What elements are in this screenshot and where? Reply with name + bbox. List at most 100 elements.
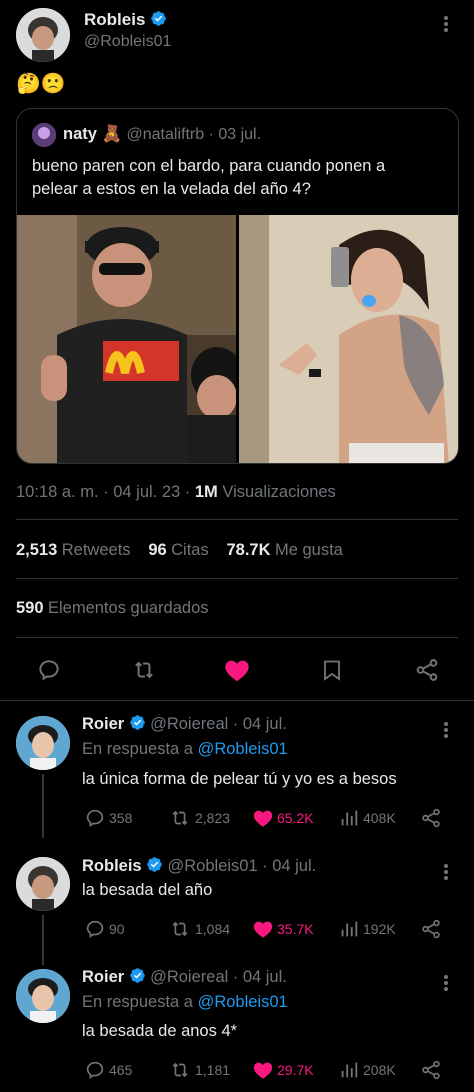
retweets-count: 2,513: [16, 541, 58, 559]
reply-avatar[interactable]: [16, 969, 70, 1023]
like-count: 65.2K: [277, 810, 314, 826]
reply-action[interactable]: 465: [84, 1059, 132, 1081]
verified-icon: [146, 856, 163, 873]
likes-stat[interactable]: 78.7K Me gusta: [227, 541, 343, 559]
reply-author-handle[interactable]: @Robleis01: [168, 857, 258, 875]
more-options-icon[interactable]: [443, 862, 449, 882]
reply-author-name[interactable]: Robleis: [82, 857, 142, 875]
tweet-timestamp[interactable]: 10:18 a. m. · 04 jul. 23 ·: [16, 483, 190, 501]
share-button[interactable]: [414, 657, 440, 683]
reply-icon: [86, 920, 104, 938]
author-handle[interactable]: @Robleis01: [84, 33, 171, 51]
reply-count: 465: [109, 1062, 133, 1078]
share-action[interactable]: [420, 918, 442, 945]
heart-filled-icon: [253, 921, 273, 938]
share-icon: [422, 1060, 440, 1080]
quoted-tweet[interactable]: naty 🧸 @nataliftrb · 03 jul. bueno paren…: [16, 108, 459, 464]
reply-count: 90: [109, 921, 125, 937]
retweet-icon: [172, 921, 188, 937]
reply-header: Roier @Roiereal · 04 jul.: [82, 967, 287, 987]
more-options-icon[interactable]: [443, 973, 449, 993]
thread-line: [42, 915, 44, 965]
divider: [16, 519, 458, 520]
retweet-action[interactable]: 1,181: [168, 1059, 230, 1081]
more-options-icon[interactable]: [443, 14, 449, 34]
verified-icon: [129, 967, 146, 984]
verified-icon: [150, 10, 167, 27]
views-action[interactable]: 208K: [338, 1059, 396, 1081]
quotes-stat[interactable]: 96 Citas: [148, 541, 209, 559]
reply-header: Roier @Roiereal · 04 jul.: [82, 714, 287, 734]
reply-text: la besada de anos 4*: [82, 1022, 238, 1040]
verified-icon: [129, 714, 146, 731]
reply-author-name[interactable]: Roier: [82, 968, 124, 986]
share-action[interactable]: [420, 1059, 442, 1086]
share-icon: [422, 919, 440, 939]
views-count: 1M: [194, 483, 218, 501]
quote-author-handle: @nataliftrb: [126, 126, 205, 143]
quote-text: bueno paren con el bardo, para cuando po…: [32, 155, 385, 201]
reply-avatar[interactable]: [16, 716, 70, 770]
reply-to-prefix: En respuesta a: [82, 993, 193, 1011]
retweet-icon: [135, 661, 153, 679]
analytics-icon: [341, 1062, 358, 1078]
share-icon: [416, 659, 438, 681]
reply-context: En respuesta a @Robleis01: [82, 740, 288, 759]
like-action[interactable]: 35.7K: [252, 918, 314, 940]
more-options-icon[interactable]: [443, 720, 449, 740]
reply-date[interactable]: · 04 jul.: [262, 857, 316, 875]
reply-count: 358: [109, 810, 133, 826]
views-count: 408K: [363, 810, 396, 826]
reply-avatar[interactable]: [16, 857, 70, 911]
reply-date[interactable]: · 04 jul.: [233, 715, 287, 733]
reply-icon: [39, 660, 59, 681]
reply-icon: [86, 809, 104, 827]
bookmarks-label: Elementos guardados: [47, 599, 209, 617]
author-avatar[interactable]: [16, 8, 70, 62]
quotes-count: 96: [148, 541, 167, 559]
views-action[interactable]: 192K: [338, 918, 396, 940]
retweet-count: 2,823: [195, 810, 231, 826]
views-count: 208K: [363, 1062, 396, 1078]
heart-filled-icon: [253, 810, 273, 827]
like-action[interactable]: 65.2K: [252, 807, 314, 829]
quote-text-line1: bueno paren con el bardo, para cuando po…: [32, 157, 386, 175]
quote-author-avatar: [32, 123, 56, 147]
divider: [16, 578, 458, 579]
retweet-action[interactable]: 2,823: [168, 807, 230, 829]
quote-image-left[interactable]: [17, 215, 236, 463]
reply-button[interactable]: [36, 657, 62, 683]
retweet-button[interactable]: [130, 657, 158, 683]
bookmark-button[interactable]: [320, 657, 344, 683]
reply-author-handle[interactable]: @Roiereal: [150, 715, 228, 733]
views-action[interactable]: 408K: [338, 807, 396, 829]
bookmarks-stat[interactable]: 590 Elementos guardados: [16, 599, 209, 618]
like-action[interactable]: 29.7K: [252, 1059, 314, 1081]
quote-header: naty 🧸 @nataliftrb · 03 jul.: [63, 125, 261, 144]
quotes-label: Citas: [171, 541, 209, 559]
thread-line: [42, 774, 44, 838]
views-count: 192K: [363, 921, 396, 937]
reply-author-handle[interactable]: @Roiereal: [150, 968, 228, 986]
like-button[interactable]: [223, 656, 251, 684]
reply-action[interactable]: 358: [84, 807, 132, 829]
divider: [16, 637, 458, 638]
divider: [0, 700, 474, 701]
retweet-icon: [172, 810, 188, 826]
heart-filled-icon: [225, 660, 249, 682]
reply-action[interactable]: 90: [84, 918, 125, 940]
bookmark-icon: [324, 660, 340, 681]
share-action[interactable]: [420, 807, 442, 834]
quote-image-right[interactable]: [239, 215, 458, 463]
engagement-stats: 2,513 Retweets 96 Citas 78.7K Me gusta: [16, 541, 343, 560]
reply-to-link[interactable]: @Robleis01: [198, 993, 288, 1011]
heart-filled-icon: [253, 1062, 273, 1079]
reply-author-name[interactable]: Roier: [82, 715, 124, 733]
reply-to-prefix: En respuesta a: [82, 740, 193, 758]
reply-to-link[interactable]: @Robleis01: [198, 740, 288, 758]
retweets-stat[interactable]: 2,513 Retweets: [16, 541, 131, 559]
author-name-row: Robleis: [84, 10, 167, 30]
retweet-action[interactable]: 1,084: [168, 918, 230, 940]
reply-date[interactable]: · 04 jul.: [233, 968, 287, 986]
author-name[interactable]: Robleis: [84, 10, 145, 29]
